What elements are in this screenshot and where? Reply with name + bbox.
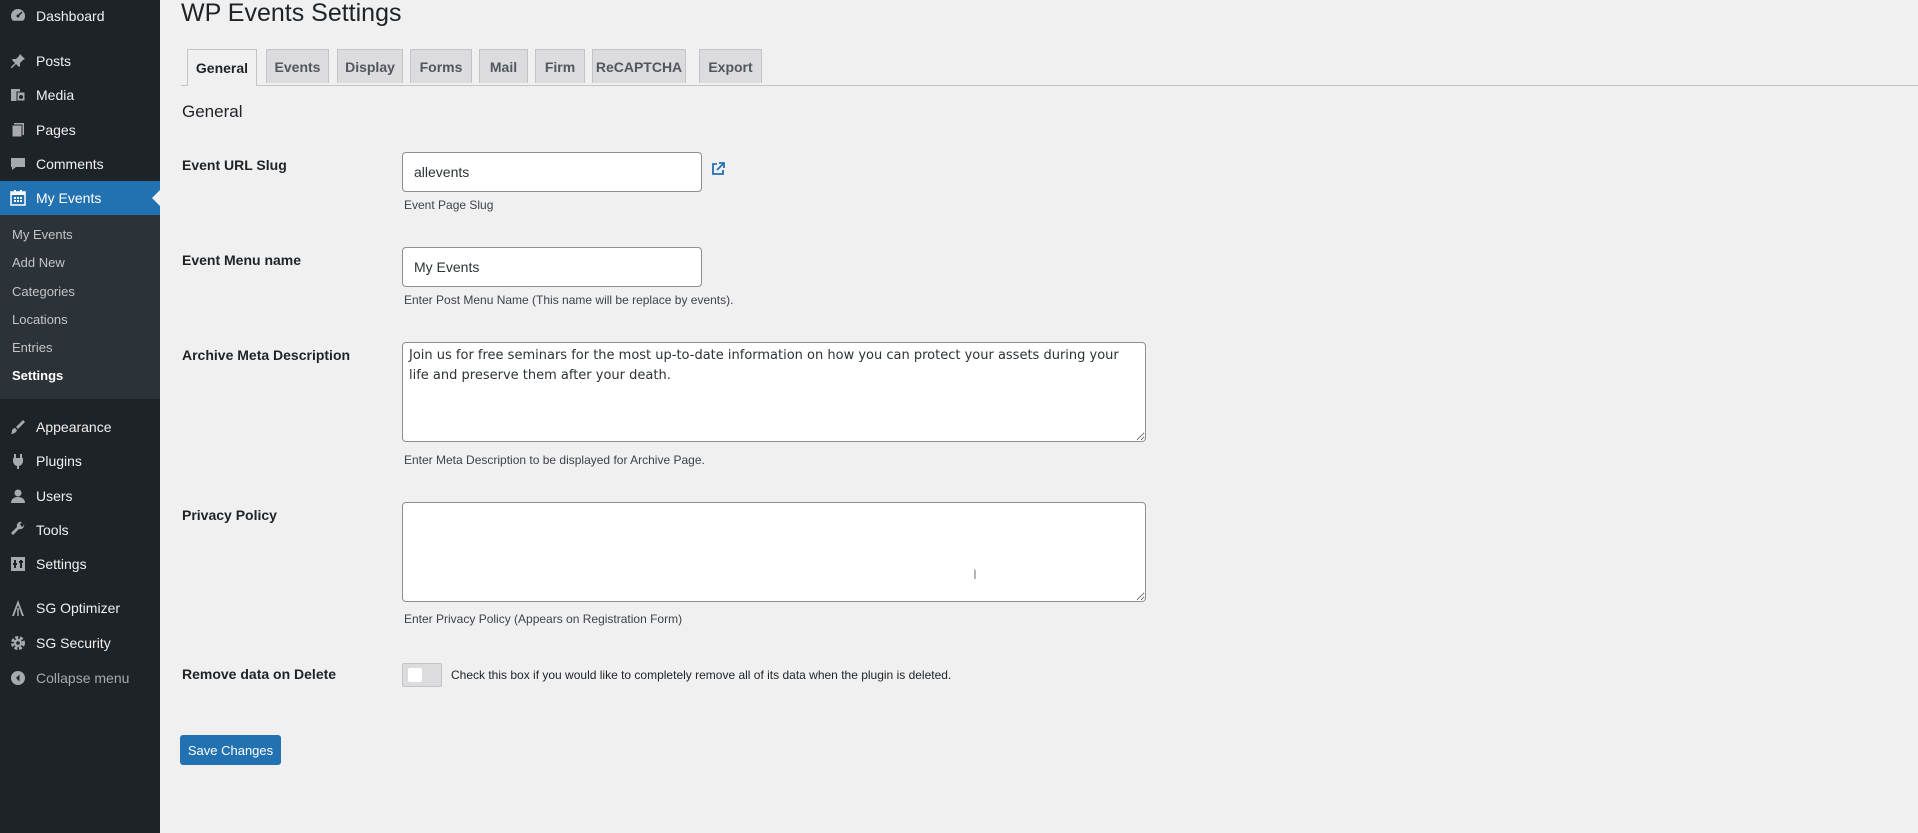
plug-icon: [9, 452, 27, 470]
sidebar-item-sg-security[interactable]: SG Security: [0, 626, 160, 660]
sidebar-item-label: Posts: [36, 53, 72, 69]
sidebar-item-label: Collapse menu: [36, 670, 130, 686]
sidebar-item-label: Dashboard: [36, 8, 105, 24]
sidebar-item-posts[interactable]: Posts: [0, 44, 160, 78]
privacy-policy-textarea[interactable]: [402, 502, 1146, 602]
sg-optimizer-icon: [9, 599, 27, 617]
sidebar-item-users[interactable]: Users: [0, 479, 160, 513]
dashboard-icon: [9, 7, 27, 25]
sidebar-item-label: Tools: [36, 522, 69, 538]
tab-general[interactable]: General: [187, 49, 257, 86]
tab-events[interactable]: Events: [266, 49, 329, 83]
external-link-icon[interactable]: [710, 161, 726, 177]
event-url-slug-input[interactable]: [402, 152, 702, 192]
event-url-slug-description: Event Page Slug: [404, 198, 494, 212]
submenu-item-categories[interactable]: Categories: [12, 284, 75, 299]
brush-icon: [9, 418, 27, 436]
submenu-item-locations[interactable]: Locations: [12, 312, 68, 327]
sidebar-item-sg-optimizer[interactable]: SG Optimizer: [0, 591, 160, 625]
collapse-menu-button[interactable]: Collapse menu: [0, 661, 160, 695]
sidebar-item-comments[interactable]: Comments: [0, 147, 160, 181]
submenu-item-settings[interactable]: Settings: [12, 368, 63, 383]
archive-meta-description-textarea[interactable]: Join us for free seminars for the most u…: [402, 342, 1146, 442]
gear-icon: [9, 634, 27, 652]
sidebar-item-label: Comments: [36, 156, 104, 172]
save-changes-button[interactable]: Save Changes: [180, 735, 281, 765]
event-menu-name-label: Event Menu name: [182, 252, 302, 268]
event-menu-name-input[interactable]: [402, 247, 702, 287]
settings-icon: [9, 555, 27, 573]
tab-display[interactable]: Display: [337, 49, 403, 83]
submenu-item-entries[interactable]: Entries: [12, 340, 52, 355]
calendar-icon: [9, 189, 27, 207]
text-cursor-icon: I: [973, 566, 977, 582]
section-title: General: [182, 102, 243, 121]
comment-icon: [9, 155, 27, 173]
sidebar-item-label: Pages: [36, 122, 76, 138]
tab-forms[interactable]: Forms: [410, 49, 472, 83]
privacy-policy-description: Enter Privacy Policy (Appears on Registr…: [404, 612, 683, 626]
sidebar-item-label: Media: [36, 87, 75, 103]
sidebar-item-pages[interactable]: Pages: [0, 113, 160, 147]
sidebar-item-label: Users: [36, 488, 73, 504]
pages-icon: [9, 121, 27, 139]
tab-firm[interactable]: Firm: [535, 49, 585, 83]
sidebar-item-label: SG Security: [36, 635, 111, 651]
sidebar-item-plugins[interactable]: Plugins: [0, 444, 160, 478]
sidebar-item-my-events[interactable]: My Events: [0, 181, 160, 215]
sidebar-item-tools[interactable]: Tools: [0, 513, 160, 547]
pin-icon: [9, 52, 27, 70]
sidebar-item-label: Plugins: [36, 453, 82, 469]
wrench-icon: [9, 521, 27, 539]
user-icon: [9, 487, 27, 505]
privacy-policy-label: Privacy Policy: [182, 507, 277, 523]
sidebar-item-settings[interactable]: Settings: [0, 547, 160, 581]
sidebar-item-appearance[interactable]: Appearance: [0, 410, 160, 444]
tab-recaptcha[interactable]: ReCAPTCHA: [592, 49, 686, 83]
archive-meta-description-label: Archive Meta Description: [182, 347, 351, 363]
tab-mail[interactable]: Mail: [479, 49, 528, 83]
remove-data-toggle[interactable]: [402, 663, 442, 687]
settings-tabs: General Events Display Forms Mail Firm R…: [181, 49, 1918, 86]
sidebar-item-label: SG Optimizer: [36, 600, 121, 616]
remove-data-label: Remove data on Delete: [182, 666, 337, 682]
toggle-knob: [408, 668, 422, 682]
tab-export[interactable]: Export: [699, 49, 762, 83]
event-url-slug-label: Event URL Slug: [182, 157, 287, 173]
admin-sidebar: Dashboard Posts Media Pages Comments My …: [0, 0, 160, 833]
submenu-item-my-events[interactable]: My Events: [12, 227, 73, 242]
media-icon: [9, 86, 27, 104]
collapse-icon: [9, 669, 27, 687]
sidebar-item-media[interactable]: Media: [0, 78, 160, 112]
events-submenu: My Events Add New Categories Locations E…: [0, 215, 160, 399]
remove-data-description: Check this box if you would like to comp…: [451, 668, 952, 682]
event-menu-name-description: Enter Post Menu Name (This name will be …: [404, 293, 734, 307]
archive-meta-description-hint: Enter Meta Description to be displayed f…: [404, 453, 705, 467]
sidebar-item-label: Settings: [36, 556, 87, 572]
page-title: WP Events Settings: [181, 0, 402, 27]
submenu-item-add-new[interactable]: Add New: [12, 255, 65, 270]
sidebar-item-label: Appearance: [36, 419, 112, 435]
sidebar-item-label: My Events: [36, 190, 102, 206]
sidebar-item-dashboard[interactable]: Dashboard: [0, 0, 160, 33]
